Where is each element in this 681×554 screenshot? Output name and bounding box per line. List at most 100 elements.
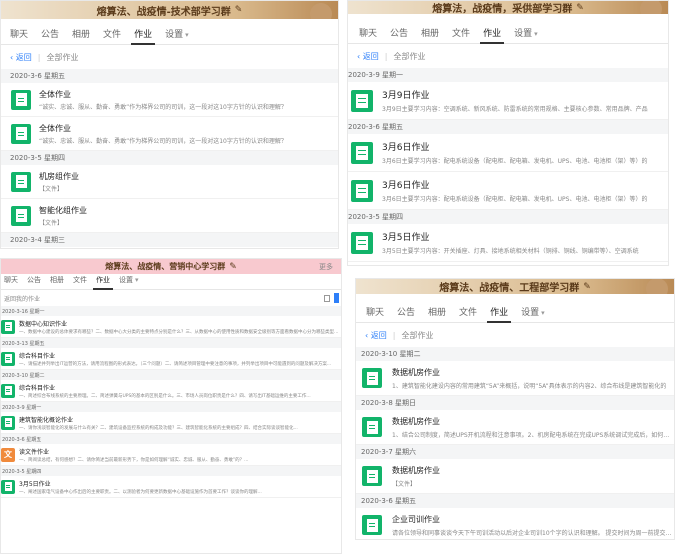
homework-item[interactable]: 数据机房作业 1、结合公司制度，简述UPS开机流程和注意事项。2、机房配电系统在完… — [356, 410, 674, 445]
date-header: 2020-3-4 星期三 — [1, 233, 338, 247]
tab-2[interactable]: 相册 — [428, 305, 446, 322]
breadcrumb-current[interactable]: 返回我的作业 — [4, 294, 40, 303]
tab-label: 聊天 — [359, 29, 378, 39]
tab-5[interactable]: 设置 ▾ — [514, 26, 538, 43]
panel-engineering-group: 熔算法、战疫情、工程部学习群 ✎ 聊天 公告 相册 文件 作业 设置 ▾ ‹ 返回 | 全部作业 202… — [355, 278, 675, 540]
tab-2[interactable]: 相册 — [50, 275, 64, 289]
tab-4[interactable]: 作业 — [131, 27, 156, 45]
homework-title: 全体作业 — [39, 123, 71, 133]
sheet-shape — [366, 518, 378, 532]
tab-0[interactable]: 聊天 — [10, 27, 28, 44]
tab-label: 聊天 — [4, 276, 18, 284]
tab-1[interactable]: 公告 — [390, 26, 408, 43]
back-label: 返回 — [362, 51, 379, 61]
group-title: 熔算法、战疫情-技术部学习群 — [96, 6, 231, 18]
document-icon[interactable] — [324, 294, 330, 302]
homework-desc: “诚实、忠诚、服从、勤奋、勇敢”作为梯界公司的司训，这一段对这10字方针的认识和… — [39, 103, 287, 111]
tab-1[interactable]: 公告 — [397, 305, 415, 322]
homework-item[interactable]: 3月6日作业 3月6日主要学习内容：配电系统设备（配电柜、配电箱、发电机、UPS、… — [348, 172, 668, 210]
homework-item[interactable]: 数据机房作业 1、建筑智能化建设内容的常用建筑“5A”来概括，说明“5A”具体表示… — [356, 361, 674, 396]
homework-item[interactable]: 机房组作业 【文件】 — [1, 165, 338, 199]
homework-body: 数据机房作业 1、结合公司制度，简述UPS开机流程和注意事项。2、机房配电系统在完… — [392, 416, 674, 439]
homework-desc: 3月9日主要学习内容：空调系统、新风系统、防雷系统的常用规格、主要核心参数、常用… — [382, 106, 648, 113]
homework-doc-icon — [351, 231, 373, 254]
tab-5[interactable]: 设置 ▾ — [165, 27, 189, 44]
tab-3[interactable]: 文件 — [452, 26, 470, 43]
tab-5[interactable]: 设置 ▾ — [521, 305, 545, 322]
breadcrumb-separator: | — [384, 51, 388, 61]
homework-item[interactable]: 企业司训作业 请各位领导和同事谈谈今天下午司训活动以后对企业司训10个字的认识和理… — [356, 508, 674, 539]
tab-4[interactable]: 作业 — [480, 26, 505, 44]
tab-5[interactable]: 设置 ▾ — [119, 275, 139, 289]
homework-item[interactable]: 数据机房作业 【文件】 — [356, 459, 674, 494]
homework-item[interactable]: 3月5日作业 3月5日主要学习内容：开关插座、灯具、接地系统相关材料（铜排、铜线、… — [348, 224, 668, 262]
homework-title: 读文件作业 — [19, 448, 50, 456]
homework-title: 数据机房作业 — [392, 367, 440, 377]
homework-item[interactable]: 智能化组作业 【文件】 — [1, 199, 338, 233]
tab-label: 相册 — [50, 276, 64, 284]
edit-title-icon[interactable]: ✎ — [229, 262, 237, 272]
breadcrumb: 返回我的作业 — [1, 290, 341, 306]
homework-doc-icon — [11, 205, 31, 226]
panel-tech-group: 熔算法、战疫情-技术部学习群 ✎ 聊天 公告 相册 文件 作业 设置 ▾ ‹ 返回 | 全部作业 202… — [0, 0, 339, 249]
tab-0[interactable]: 聊天 — [4, 275, 18, 289]
edit-title-icon[interactable]: ✎ — [576, 3, 584, 13]
date-header: 2020-3-5 星期四 — [1, 466, 341, 476]
homework-desc: 一、简述综合布线系统的主要原理。二、简述弹簧与UPS的基本的区别是什么。三、市场… — [19, 393, 311, 399]
sheet-shape — [366, 469, 378, 483]
homework-item[interactable]: 全体作业 “诚实、忠诚、服从、勤奋、勇敢”作为梯界公司的司训，这一段对这10字方针… — [1, 117, 338, 151]
breadcrumb-current: 全部作业 — [393, 51, 426, 61]
homework-doc-icon — [1, 319, 15, 334]
homework-item[interactable]: 文读文件作业 一、简阅读总结，有何感想？二、请你简述当前最新形势下，你是如何理解“… — [1, 444, 341, 466]
homework-doc-icon — [351, 89, 373, 112]
tab-3[interactable]: 文件 — [459, 305, 477, 322]
tab-1[interactable]: 公告 — [27, 275, 41, 289]
edit-title-icon[interactable]: ✎ — [583, 282, 591, 292]
tab-1[interactable]: 公告 — [41, 27, 59, 44]
text-file-icon: 文 — [1, 447, 15, 462]
homework-body: 读文件作业 一、简阅读总结，有何感想？二、请你简述当前最新形势下，你是如何理解“诚… — [19, 447, 341, 463]
back-link[interactable]: ‹ 返回 — [365, 330, 387, 341]
tab-label: 文件 — [103, 30, 122, 40]
tab-label: 文件 — [73, 276, 87, 284]
chevron-down-icon: ▾ — [541, 309, 545, 317]
homework-item[interactable]: 全体作业 “诚实、忠诚、服从、勤奋、勇敢”作为梯界公司的司训，这一段对这10字方针… — [1, 83, 338, 117]
homework-item[interactable]: 数据中心知识作业 一、数据中心建设的总体要求有哪些？二、数据中心大分类的主要特点分… — [1, 316, 341, 338]
more-link[interactable]: 更多 — [319, 262, 333, 272]
back-link[interactable]: ‹ 返回 — [10, 52, 32, 63]
tab-4[interactable]: 作业 — [487, 305, 512, 323]
homework-desc: 请各位领导和同事谈谈今天下午司训活动以后对企业司训10个字的认识和理解。 提交时… — [392, 529, 674, 537]
tab-3[interactable]: 文件 — [73, 275, 87, 289]
tab-label: 相册 — [428, 308, 447, 318]
edit-title-icon[interactable]: ✎ — [235, 5, 243, 15]
homework-item[interactable]: 3月6日作业 3月6日主要学习内容：配电系统设备（配电柜、配电箱、发电机、UPS、… — [348, 134, 668, 172]
tab-label: 相册 — [72, 30, 91, 40]
homework-item[interactable]: 3月9日作业 3月9日主要学习内容：空调系统、新风系统、防雷系统的常用规格、主要核… — [348, 82, 668, 120]
bar-decoration-icon — [640, 1, 662, 14]
homework-desc: 一、请描述并列举出IT运营的方法，请用流程图的形式表达。（三个问题）二、请简述项… — [19, 361, 332, 367]
homework-body: 综合科目作业 一、简述综合布线系统的主要原理。二、简述弹簧与UPS的基本的区别是什… — [19, 383, 341, 399]
group-title: 熔算法、战疫情、营销中心学习群 — [105, 262, 226, 271]
tab-4[interactable]: 作业 — [93, 275, 113, 290]
sheet-shape — [356, 183, 368, 198]
scrollbar-handle[interactable] — [334, 293, 339, 303]
homework-body: 数据中心知识作业 一、数据中心建设的总体要求有哪些？二、数据中心大分类的主要特点分… — [19, 319, 341, 335]
homework-body: 3月5日作业 3月5日主要学习内容：开关插座、灯具、接地系统相关材料（铜排、铜线、… — [382, 230, 668, 255]
tab-2[interactable]: 相册 — [421, 26, 439, 43]
homework-doc-icon — [351, 141, 373, 164]
tab-bar: 聊天 公告 相册 文件 作业 设置 ▾ — [348, 18, 668, 44]
homework-body: 3月6日作业 3月6日主要学习内容：配电系统设备（配电柜、配电箱、发电机、UPS、… — [382, 140, 668, 165]
tab-3[interactable]: 文件 — [103, 27, 121, 44]
homework-body: 全体作业 “诚实、忠诚、服从、勤奋、勇敢”作为梯界公司的司训，这一段对这10字方针… — [39, 89, 338, 111]
back-link[interactable]: ‹ 返回 — [357, 51, 379, 62]
tab-0[interactable]: 聊天 — [366, 305, 384, 322]
tab-0[interactable]: 聊天 — [359, 26, 377, 43]
tab-2[interactable]: 相册 — [72, 27, 90, 44]
homework-item[interactable]: 综合科目作业 一、请描述并列举出IT运营的方法，请用流程图的形式表达。（三个问题）… — [1, 348, 341, 370]
homework-item[interactable]: 3月5日作业 一、阐述国家电气设备中心作出后的主要职责。二、以测验者为何要更新数据… — [1, 476, 341, 498]
homework-title: 智能化组作业 — [39, 205, 87, 215]
tab-label: 作业 — [96, 276, 110, 284]
homework-item[interactable]: 建筑智能化概论作业 一、请你浅谈智能化的发展与什么有关？二、建筑设备监控系统的构成… — [1, 412, 341, 434]
date-header: 2020-3-6 星期五 — [356, 494, 674, 508]
homework-item[interactable]: 综合科目作业 一、简述综合布线系统的主要原理。二、简述弹簧与UPS的基本的区别是什… — [1, 380, 341, 402]
